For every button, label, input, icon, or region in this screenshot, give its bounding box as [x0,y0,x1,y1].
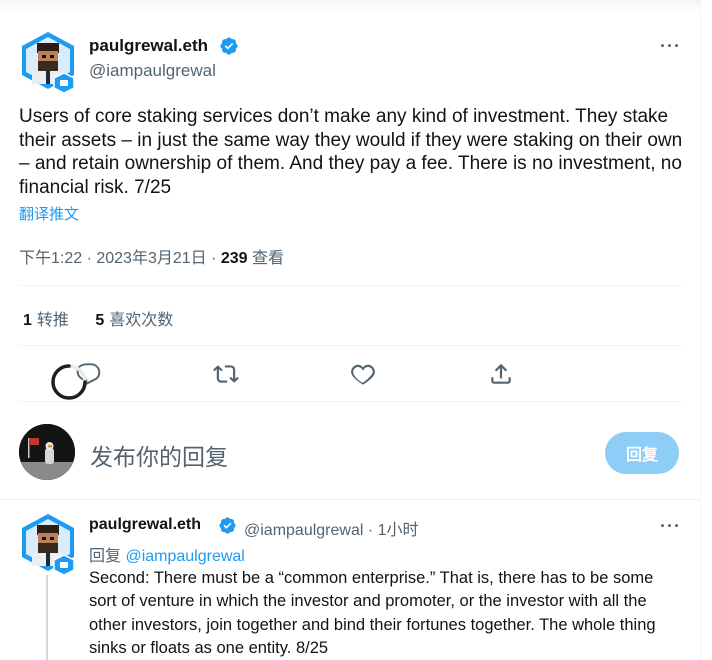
timeline-column: paulgrewal.eth @iampaulgrewal ··· Users … [0,0,701,660]
retweets-label: 转推 [36,312,69,329]
reply-input[interactable]: 发布你的回复 [90,438,228,472]
tweet-meta: 下午1:22 · 2023年3月21日 · 239 查看 [19,244,284,268]
replying-handle-link[interactable]: @iampaulgrewal [125,548,244,565]
tweet-timestamp[interactable]: 下午1:22 · 2023年3月21日 · [19,250,221,267]
author-handle[interactable]: @iampaulgrewal [89,61,216,81]
reply-handle-time[interactable]: @iampaulgrewal · 1小时 [244,516,419,540]
like-icon[interactable] [350,361,376,387]
verified-badge-icon [219,517,236,534]
views-label: 查看 [247,250,285,267]
likes-label: 喜欢次数 [109,312,174,329]
divider [19,285,682,286]
replying-to: 回复 @iampaulgrewal [89,542,245,566]
engagement-stats: 1 转推 5 喜欢次数 [23,306,195,330]
reply-more-options-icon[interactable]: ··· [660,516,681,537]
more-options-icon[interactable]: ··· [660,36,681,57]
translate-link[interactable]: 翻译推文 [19,203,79,224]
nft-badge-icon [53,554,75,576]
reply-text: Second: There must be a “common enterpri… [89,569,656,657]
divider [19,345,682,346]
my-avatar[interactable] [19,424,75,480]
likes-stat[interactable]: 5 喜欢次数 [95,306,173,330]
author-avatar[interactable] [19,31,77,94]
retweets-stat[interactable]: 1 转推 [23,306,69,330]
divider [19,401,682,402]
thread-line [46,575,48,660]
verified-badge-icon [220,37,238,55]
top-edge [0,0,700,12]
author-name[interactable]: paulgrewal.eth [89,36,208,56]
nft-badge-icon [53,72,75,94]
astronaut-image-icon [19,424,75,480]
tweet-text: Users of core staking services don’t mak… [19,106,683,198]
likes-count: 5 [95,312,105,329]
reply-author-name[interactable]: paulgrewal.eth [89,516,201,534]
views-count: 239 [220,250,248,267]
reply-author-avatar[interactable] [19,513,77,576]
reply-button[interactable]: 回复 [605,432,679,474]
share-icon[interactable] [488,361,514,387]
retweet-icon[interactable] [213,361,239,387]
retweets-count: 1 [23,312,32,329]
loading-spinner-icon [51,364,87,400]
divider [0,499,700,500]
replying-prefix: 回复 [89,548,126,565]
